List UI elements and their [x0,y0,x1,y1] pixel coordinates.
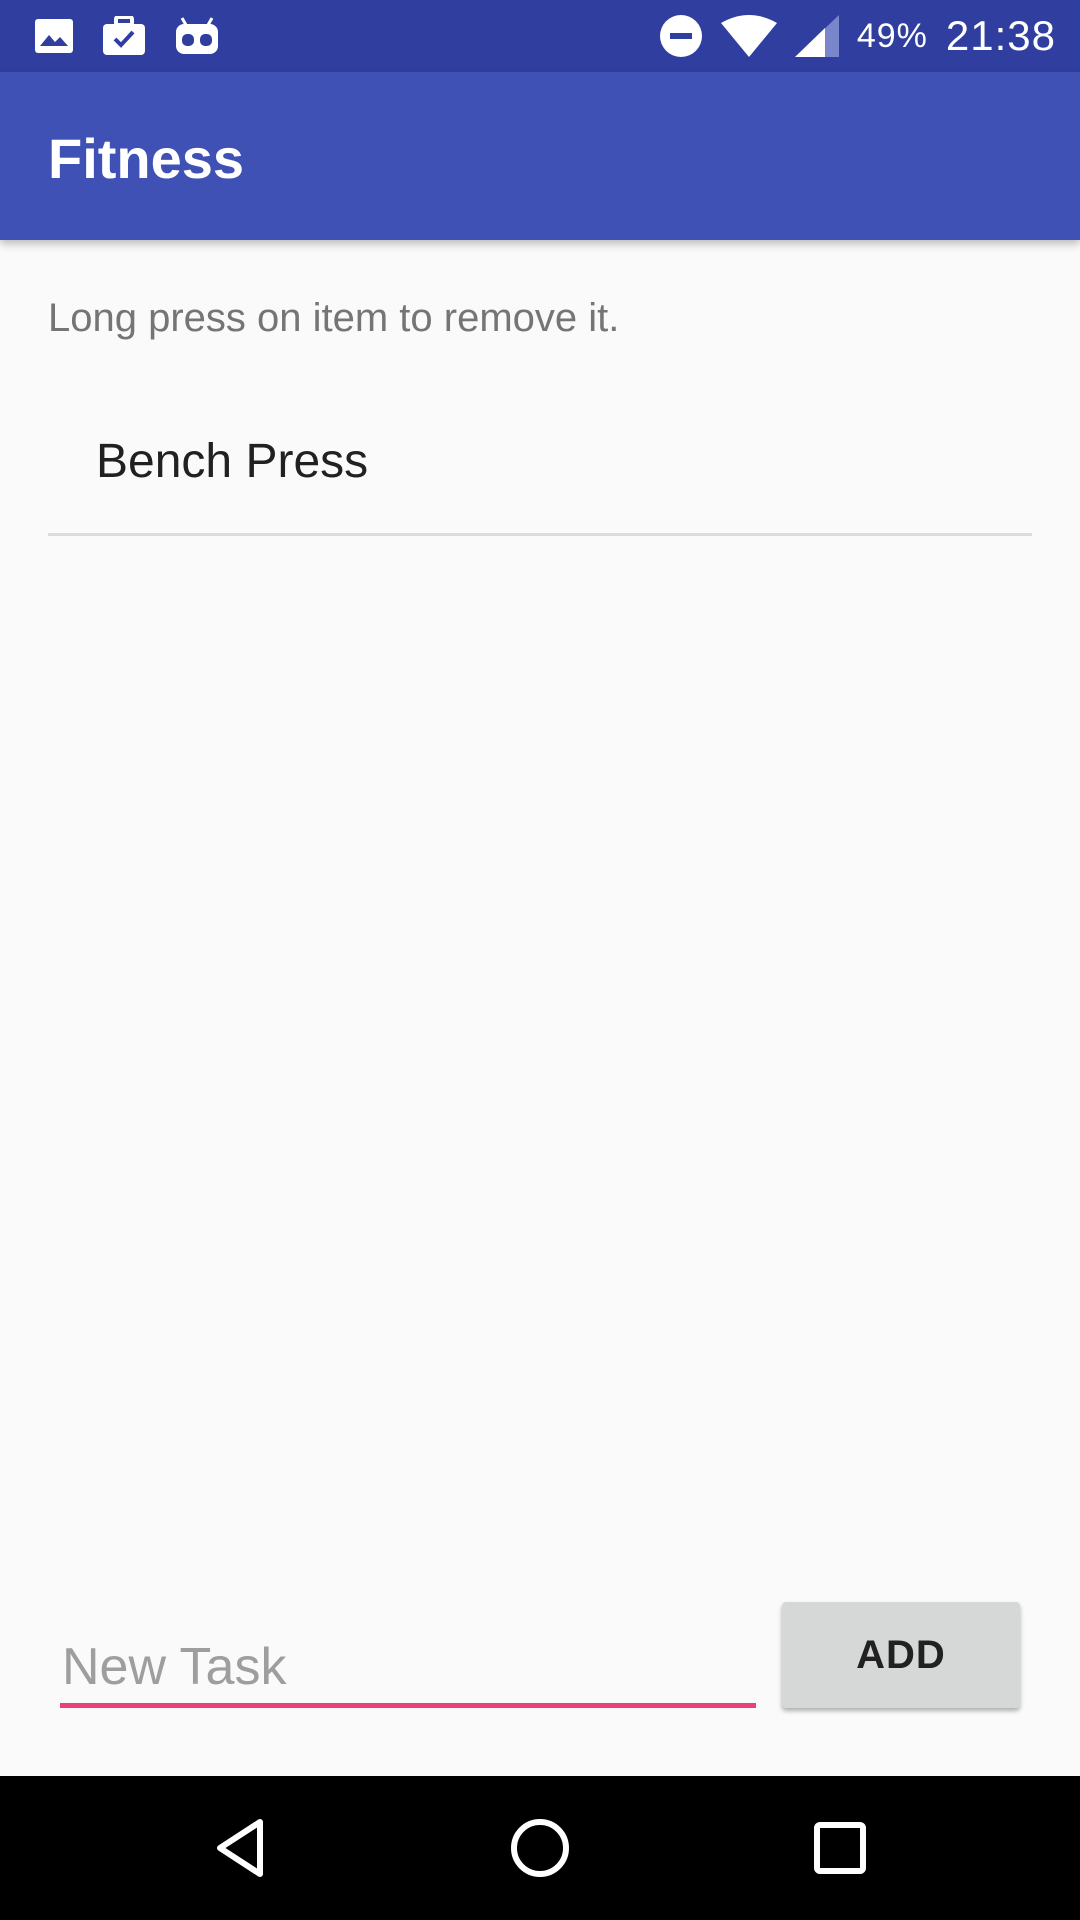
hint-text: Long press on item to remove it. [48,296,620,340]
recents-icon[interactable] [790,1798,890,1898]
image-icon [34,18,74,54]
list-item[interactable]: Bench Press [48,410,1032,536]
add-button[interactable]: ADD [782,1602,1020,1708]
do-not-disturb-icon [659,14,703,58]
briefcase-check-icon [102,16,146,56]
app-title: Fitness [48,127,245,190]
app-bar: Fitness [0,72,1080,240]
status-bar: 49% 21:38 [0,0,1080,72]
input-row: ADD [0,1590,1080,1740]
new-task-input[interactable] [60,1630,756,1708]
task-list: Bench Press [48,410,1032,536]
android-robot-icon [174,16,220,56]
wifi-icon [720,15,777,57]
navigation-bar [0,1776,1080,1920]
battery-percentage: 49% [856,16,928,55]
cell-signal-icon [794,15,839,57]
home-icon[interactable] [490,1798,590,1898]
back-icon[interactable] [190,1798,290,1898]
clock: 21:38 [945,12,1056,59]
